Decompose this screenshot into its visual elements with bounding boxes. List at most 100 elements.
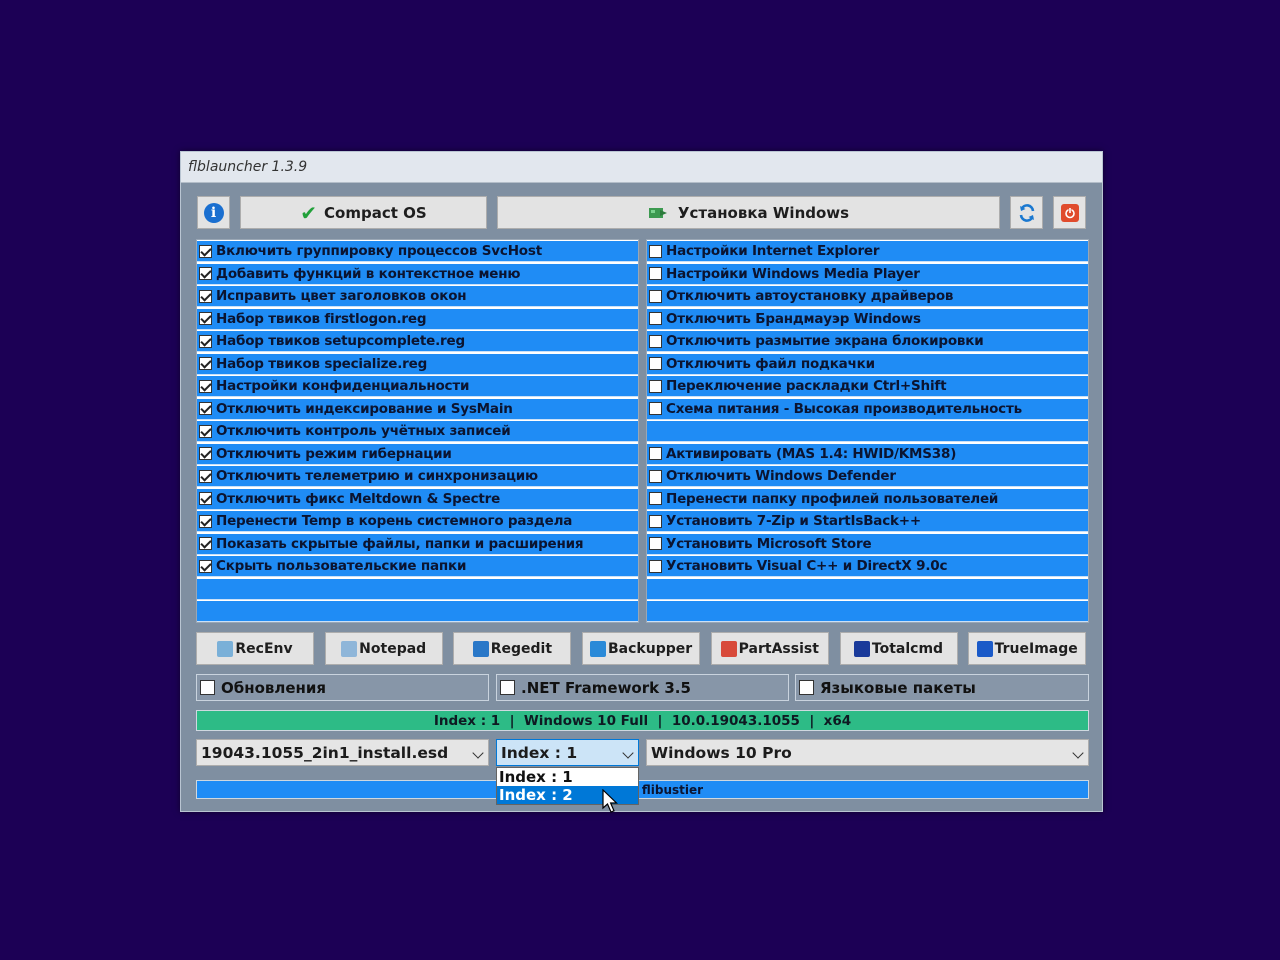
option-checkbox[interactable]	[199, 424, 212, 438]
left-option-row[interactable]: Добавить функций в контекстное меню	[197, 263, 638, 285]
image-info-bar: Index : 1 | Windows 10 Full | 10.0.19043…	[196, 710, 1089, 731]
left-option-row[interactable]: Перенести Temp в корень системного разде…	[197, 511, 638, 532]
right-option-row[interactable]: Установить 7-Zip и StartIsBack++	[647, 511, 1088, 532]
right-option-row[interactable]: Отключить автоустановку драйверов	[647, 286, 1088, 307]
option-label: Отключить размытие экрана блокировки	[666, 333, 984, 349]
chevron-down-icon	[622, 747, 634, 759]
index-value: Index : 1	[501, 743, 578, 762]
left-option-row[interactable]: Отключить фикс Meltdown & Spectre	[197, 488, 638, 510]
totalcmd-button[interactable]: Totalcmd	[839, 632, 958, 665]
right-option-row[interactable]: Установить Visual C++ и DirectX 9.0c	[647, 556, 1088, 577]
option-checkbox[interactable]	[649, 244, 662, 258]
right-option-row[interactable]: Перенести папку профилей пользователей	[647, 488, 1088, 510]
left-option-row[interactable]: Отключить индексирование и SysMain	[197, 398, 638, 420]
option-label: Отключить файл подкачки	[666, 355, 875, 372]
option-checkbox[interactable]	[199, 402, 212, 415]
option-checkbox[interactable]	[199, 267, 212, 280]
option-checkbox[interactable]	[649, 559, 662, 573]
option-checkbox[interactable]	[199, 312, 212, 325]
recenv-icon	[217, 640, 234, 657]
left-option-row[interactable]: Показать скрытые файлы, папки и расширен…	[197, 533, 638, 555]
option-checkbox[interactable]	[649, 267, 662, 280]
right-option-row[interactable]: Отключить файл подкачки	[647, 353, 1088, 375]
title-bar[interactable]: flblauncher 1.3.9	[181, 152, 1102, 183]
edition-select[interactable]: Windows 10 Pro	[646, 739, 1089, 766]
power-button[interactable]	[1053, 196, 1086, 229]
option-checkbox[interactable]	[649, 312, 662, 325]
option-checkbox[interactable]	[199, 244, 212, 258]
option-checkbox[interactable]	[199, 334, 212, 348]
option-checkbox[interactable]	[649, 334, 662, 348]
option-label: Настройки Windows Media Player	[666, 265, 920, 282]
updates-option[interactable]: Обновления	[196, 674, 489, 701]
left-option-row[interactable]: Включить группировку процессов SvcHost	[197, 241, 638, 262]
langpacks-option[interactable]: Языковые пакеты	[795, 674, 1089, 701]
install-windows-button[interactable]: Установка Windows	[497, 196, 1000, 229]
netfx-option[interactable]: .NET Framework 3.5	[496, 674, 789, 701]
option-checkbox[interactable]	[649, 469, 662, 483]
compact-os-button[interactable]: ✔ Compact OS	[240, 196, 487, 229]
option-checkbox[interactable]	[649, 357, 662, 370]
notepad-icon	[341, 640, 358, 657]
right-option-row[interactable]: Установить Microsoft Store	[647, 533, 1088, 555]
left-option-row[interactable]: Скрыть пользовательские папки	[197, 556, 638, 577]
option-checkbox[interactable]	[199, 492, 212, 505]
chevron-down-icon	[472, 747, 484, 759]
option-checkbox[interactable]	[649, 447, 662, 460]
netfx-checkbox[interactable]	[500, 680, 515, 695]
updates-checkbox[interactable]	[200, 680, 215, 695]
option-checkbox[interactable]	[649, 379, 662, 393]
dropdown-option[interactable]: Index : 1	[497, 768, 638, 786]
option-label: Переключение раскладки Ctrl+Shift	[666, 378, 947, 394]
info-button[interactable]: i	[197, 196, 230, 229]
right-option-row[interactable]: Отключить размытие экрана блокировки	[647, 331, 1088, 352]
option-label: Отключить фикс Meltdown & Spectre	[216, 490, 501, 507]
left-option-row[interactable]: Набор твиков specialize.reg	[197, 353, 638, 375]
option-checkbox[interactable]	[199, 559, 212, 573]
option-checkbox[interactable]	[199, 379, 212, 393]
image-file-select[interactable]: 19043.1055_2in1_install.esd	[196, 739, 489, 766]
option-checkbox[interactable]	[649, 289, 662, 303]
recenv-button[interactable]: RecEnv	[196, 632, 314, 665]
left-option-row[interactable]: Набор твиков firstlogon.reg	[197, 308, 638, 330]
partassist-button[interactable]: PartAssist	[710, 632, 829, 665]
index-select[interactable]: Index : 1	[496, 739, 639, 766]
right-option-row[interactable]: Отключить Брандмауэр Windows	[647, 308, 1088, 330]
right-option-row[interactable]: Переключение раскладки Ctrl+Shift	[647, 376, 1088, 397]
left-option-row[interactable]: Отключить контроль учётных записей	[197, 421, 638, 442]
backupper-button[interactable]: Backupper	[582, 632, 701, 665]
refresh-button[interactable]	[1010, 196, 1043, 229]
tool-label: Notepad	[359, 640, 427, 657]
updates-label: Обновления	[221, 678, 327, 697]
right-option-row[interactable]: Настройки Windows Media Player	[647, 263, 1088, 285]
option-checkbox[interactable]	[649, 492, 662, 505]
right-options-panel: Настройки Internet Explorer Настройки Win…	[646, 239, 1089, 623]
regedit-button[interactable]: Regedit	[453, 632, 572, 665]
left-option-row[interactable]: Отключить телеметрию и синхронизацию	[197, 466, 638, 487]
edition-value: Windows 10 Pro	[651, 743, 792, 762]
trueimage-button[interactable]: TrueImage	[968, 632, 1087, 665]
option-checkbox[interactable]	[199, 289, 212, 303]
option-label: Отключить индексирование и SysMain	[216, 400, 513, 417]
progress-bar: flibustier	[196, 780, 1089, 799]
left-option-row[interactable]: Отключить режим гибернации	[197, 443, 638, 465]
option-checkbox[interactable]	[199, 469, 212, 483]
tool-label: PartAssist	[738, 640, 819, 657]
left-option-row[interactable]: Исправить цвет заголовков окон	[197, 286, 638, 307]
option-checkbox[interactable]	[199, 447, 212, 460]
option-checkbox[interactable]	[649, 402, 662, 415]
left-option-row[interactable]: Набор твиков setupcomplete.reg	[197, 331, 638, 352]
option-checkbox[interactable]	[199, 514, 212, 528]
option-checkbox[interactable]	[649, 537, 662, 550]
option-checkbox[interactable]	[649, 514, 662, 528]
option-checkbox[interactable]	[199, 537, 212, 550]
option-label: Исправить цвет заголовков окон	[216, 288, 467, 304]
right-option-row[interactable]: Настройки Internet Explorer	[647, 241, 1088, 262]
right-option-row[interactable]: Активировать (MAS 1.4: HWID/KMS38)	[647, 443, 1088, 465]
notepad-button[interactable]: Notepad	[324, 632, 443, 665]
right-option-row[interactable]: Отключить Windows Defender	[647, 466, 1088, 487]
option-checkbox[interactable]	[199, 357, 212, 370]
left-option-row[interactable]: Настройки конфиденциальности	[197, 376, 638, 397]
right-option-row[interactable]: Схема питания - Высокая производительнос…	[647, 398, 1088, 420]
langpacks-checkbox[interactable]	[799, 680, 814, 695]
